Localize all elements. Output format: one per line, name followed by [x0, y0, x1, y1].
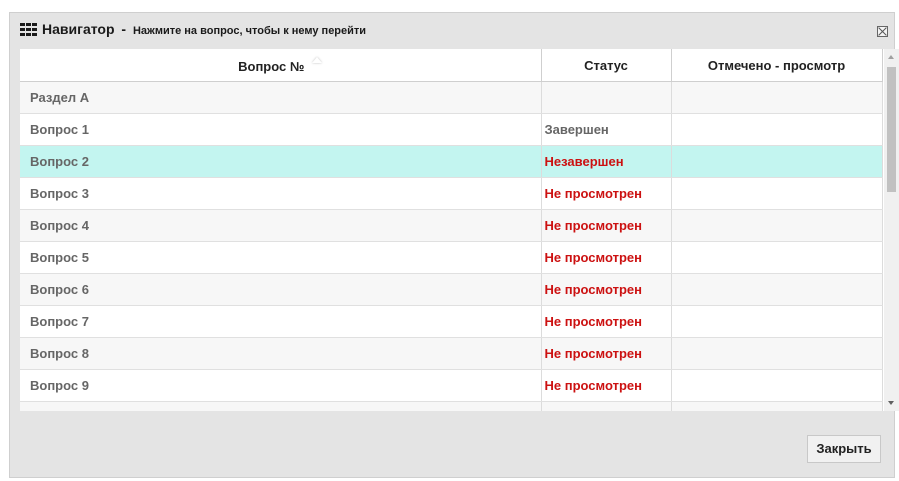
table-row[interactable]: Вопрос 3 Не просмотрен — [20, 177, 883, 210]
table-row[interactable]: Вопрос 6 Не просмотрен — [20, 273, 883, 306]
question-cell: Вопрос 7 — [20, 305, 542, 338]
question-cell — [20, 401, 542, 411]
marked-cell — [671, 401, 883, 411]
scroll-up-icon[interactable] — [888, 55, 894, 59]
questions-table-container: Вопрос № Статус Отмечено - просмотр Разд… — [20, 49, 894, 411]
table-row[interactable]: Вопрос 7 Не просмотрен — [20, 305, 883, 338]
column-header-marked-label: Отмечено - просмотр — [707, 57, 846, 73]
question-cell: Вопрос 8 — [20, 337, 542, 370]
marked-cell — [671, 113, 883, 146]
status-cell: Незавершен — [541, 145, 672, 178]
question-cell: Вопрос 2 — [20, 145, 542, 178]
column-header-status[interactable]: Статус — [541, 49, 672, 82]
dialog-title-text: Навигатор — [42, 21, 115, 37]
scroll-down-icon[interactable] — [888, 401, 894, 405]
column-header-question[interactable]: Вопрос № — [20, 49, 542, 82]
status-cell: Не просмотрен — [541, 369, 672, 402]
table-header-row: Вопрос № Статус Отмечено - просмотр — [20, 49, 883, 82]
status-cell — [541, 81, 672, 114]
status-cell — [541, 401, 672, 411]
table-row[interactable]: Вопрос 4 Не просмотрен — [20, 209, 883, 242]
question-cell: Вопрос 1 — [20, 113, 542, 146]
table-row[interactable]: Вопрос 8 Не просмотрен — [20, 337, 883, 370]
question-cell: Вопрос 3 — [20, 177, 542, 210]
column-header-marked[interactable]: Отмечено - просмотр — [671, 49, 883, 82]
status-cell: Не просмотрен — [541, 337, 672, 370]
marked-cell — [671, 177, 883, 210]
dialog-titlebar: Навигатор - Нажмите на вопрос, чтобы к н… — [10, 13, 894, 45]
table-row[interactable]: Вопрос 1 Завершен — [20, 113, 883, 146]
column-header-status-label: Статус — [584, 57, 628, 73]
table-row[interactable]: Вопрос 9 Не просмотрен — [20, 369, 883, 402]
dialog-title-separator: - — [121, 21, 127, 37]
scroll-thumb[interactable] — [887, 67, 896, 192]
question-cell: Вопрос 4 — [20, 209, 542, 242]
table-row[interactable] — [20, 401, 883, 411]
grid-icon — [20, 23, 37, 36]
question-cell: Раздел А — [20, 81, 542, 114]
marked-cell — [671, 241, 883, 274]
table-row[interactable]: Вопрос 5 Не просмотрен — [20, 241, 883, 274]
status-cell: Не просмотрен — [541, 177, 672, 210]
dialog-subtitle: Нажмите на вопрос, чтобы к нему перейти — [132, 25, 367, 37]
status-cell: Не просмотрен — [541, 241, 672, 274]
close-icon[interactable] — [877, 26, 888, 37]
marked-cell — [671, 369, 883, 402]
marked-cell — [671, 81, 883, 114]
status-cell: Завершен — [541, 113, 672, 146]
question-cell: Вопрос 9 — [20, 369, 542, 402]
column-header-question-label: Вопрос № — [238, 58, 305, 74]
table-row[interactable]: Вопрос 2 Незавершен — [20, 145, 883, 178]
question-cell: Вопрос 5 — [20, 241, 542, 274]
marked-cell — [671, 145, 883, 178]
close-button[interactable]: Закрыть — [807, 435, 881, 463]
sort-ascending-icon — [312, 56, 323, 63]
table-scrollbar[interactable] — [884, 49, 899, 411]
status-cell: Не просмотрен — [541, 209, 672, 242]
table-section-row[interactable]: Раздел А — [20, 81, 883, 114]
questions-table: Вопрос № Статус Отмечено - просмотр Разд… — [20, 49, 883, 411]
status-cell: Не просмотрен — [541, 273, 672, 306]
marked-cell — [671, 209, 883, 242]
dialog-title: Навигатор - Нажмите на вопрос, чтобы к н… — [42, 21, 366, 37]
marked-cell — [671, 337, 883, 370]
question-cell: Вопрос 6 — [20, 273, 542, 306]
marked-cell — [671, 305, 883, 338]
marked-cell — [671, 273, 883, 306]
status-cell: Не просмотрен — [541, 305, 672, 338]
navigator-dialog: Навигатор - Нажмите на вопрос, чтобы к н… — [9, 12, 899, 478]
